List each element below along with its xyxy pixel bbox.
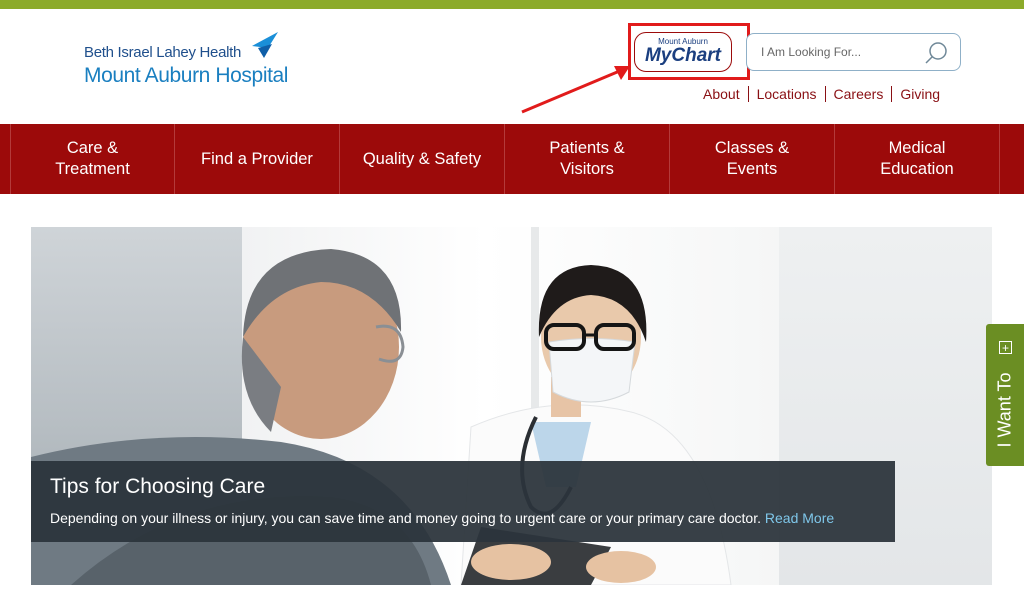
hospital-logo[interactable]: Beth Israel Lahey Health Mount Auburn Ho… xyxy=(84,32,304,94)
nav-item-label: Quality & Safety xyxy=(362,149,482,168)
util-link-careers[interactable]: Careers xyxy=(834,86,884,102)
hero-description: Depending on your illness or injury, you… xyxy=(50,510,834,526)
nav-item-label: Medical Education xyxy=(880,139,954,178)
util-divider xyxy=(747,86,749,102)
search-icon[interactable] xyxy=(924,40,950,66)
nav-item-classes-events[interactable]: Classes & Events xyxy=(670,124,835,194)
nav-item-label: Care & Treatment xyxy=(55,139,130,178)
hospital-name: Mount Auburn Hospital xyxy=(84,64,289,87)
read-more-link[interactable]: Read More xyxy=(765,510,834,526)
annotation-arrow-icon xyxy=(521,66,630,114)
hero-caption: Tips for Choosing Care Depending on your… xyxy=(31,461,895,542)
search-input[interactable] xyxy=(761,43,911,61)
i-want-to-tab[interactable]: + I Want To xyxy=(986,324,1024,466)
nav-item-quality-safety[interactable]: Quality & Safety xyxy=(340,124,505,194)
nav-item-find-provider[interactable]: Find a Provider xyxy=(175,124,340,194)
plus-icon: + xyxy=(999,341,1012,354)
nav-item-care-treatment[interactable]: Care & Treatment xyxy=(10,124,175,194)
bird-logo-icon xyxy=(252,32,278,58)
org-name: Beth Israel Lahey Health xyxy=(84,44,242,61)
nav-item-patients-visitors[interactable]: Patients & Visitors xyxy=(505,124,670,194)
nav-item-label: Patients & Visitors xyxy=(549,139,625,178)
util-link-about[interactable]: About xyxy=(703,86,740,102)
top-accent-bar xyxy=(0,0,1024,9)
nav-item-label: Find a Provider xyxy=(201,149,313,168)
nav-item-label: Classes & Events xyxy=(714,139,790,178)
nav-item-medical-education[interactable]: Medical Education xyxy=(835,124,1000,194)
util-link-locations[interactable]: Locations xyxy=(757,86,817,102)
search-box xyxy=(746,33,961,71)
util-divider xyxy=(824,86,826,102)
util-link-giving[interactable]: Giving xyxy=(900,86,940,102)
mychart-big-label: MyChart xyxy=(644,45,721,66)
mychart-button[interactable]: Mount Auburn MyChart xyxy=(634,32,732,72)
hero-title: Tips for Choosing Care xyxy=(50,475,266,498)
util-divider xyxy=(891,86,893,102)
main-nav: Care & Treatment Find a Provider Quality… xyxy=(0,124,1024,194)
utility-links: About Locations Careers Giving xyxy=(703,86,940,104)
i-want-to-label: I Want To xyxy=(994,372,1015,448)
hero-description-text: Depending on your illness or injury, you… xyxy=(50,510,761,526)
